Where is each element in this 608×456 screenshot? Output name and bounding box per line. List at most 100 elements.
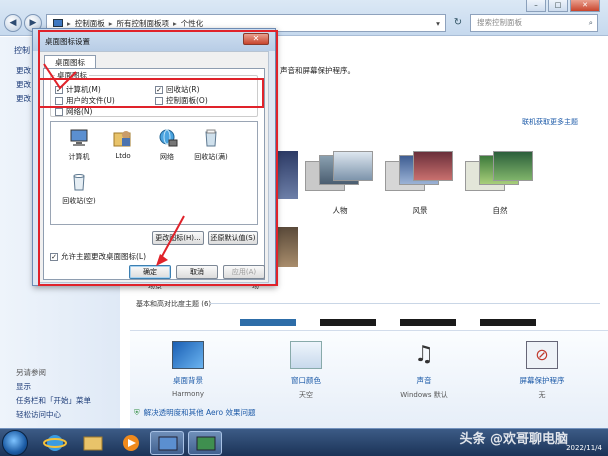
online-themes-link[interactable]: 联机获取更多主题	[522, 117, 578, 127]
internet-explorer-icon	[43, 435, 67, 451]
theme-preview	[465, 151, 535, 201]
tab-panel: 桌面图标 ✓ 计算机(M) ✓ 回收站(R) 用户的文件(U) 控制面板(O)	[43, 68, 265, 280]
back-button[interactable]: ◀	[4, 14, 22, 32]
recycle-bin-empty-icon	[73, 174, 85, 191]
icon-label: Ltdo	[115, 152, 131, 160]
desktop-background-item[interactable]: 桌面背景 Harmony	[148, 341, 228, 398]
icon-item-recycle-empty[interactable]: 回收站(空)	[57, 172, 101, 206]
restore-default-button[interactable]: 还原默认值(S)	[208, 231, 258, 245]
apply-button[interactable]: 应用(A)	[223, 265, 265, 279]
dialog-title-bar: 桌面图标设置 ✕	[33, 29, 275, 51]
dialog-close-button[interactable]: ✕	[243, 33, 269, 45]
theme-preview	[385, 151, 455, 201]
theme-people[interactable]: 人物	[300, 141, 380, 236]
icon-label: 计算机	[68, 153, 90, 161]
checkbox-box[interactable]: ✓	[155, 85, 163, 94]
checkbox-box[interactable]: ✓	[50, 252, 58, 261]
checkbox-box[interactable]	[55, 96, 63, 105]
explorer-taskbar-button[interactable]	[76, 431, 110, 455]
see-also-taskbar[interactable]: 任务栏和「开始」菜单	[16, 395, 91, 406]
sounds-item[interactable]: ♫ 声音 Windows 默认	[384, 341, 464, 400]
screen-saver-icon: ⊘	[526, 341, 558, 369]
group-title: 桌面图标	[55, 70, 89, 81]
theme-label: 风景	[412, 206, 428, 215]
control-panel-icon	[158, 436, 178, 451]
network-checkbox[interactable]: 网络(N)	[55, 106, 92, 117]
media-player-taskbar-button[interactable]	[114, 431, 148, 455]
recycle-bin-checkbox[interactable]: ✓ 回收站(R)	[155, 84, 200, 95]
left-pane-link[interactable]: 更改	[16, 79, 31, 90]
checkbox-label: 用户的文件(U)	[66, 96, 115, 105]
breadcrumb-item[interactable]: 控制面板	[75, 18, 105, 29]
item-label: 声音	[416, 376, 432, 385]
icon-label: 回收站(空)	[62, 197, 96, 205]
icon-item-user[interactable]: Ltdo	[101, 128, 145, 160]
allow-themes-checkbox[interactable]: ✓ 允许主题更改桌面图标(L)	[50, 251, 146, 262]
theme-label: 人物	[332, 206, 348, 215]
see-also-ease-of-access[interactable]: 轻松访问中心	[16, 409, 61, 420]
icon-item-network[interactable]: 网络	[145, 128, 189, 162]
checkbox-label: 允许主题更改桌面图标(L)	[61, 252, 147, 261]
maximize-button[interactable]: □	[548, 0, 568, 12]
dialog-taskbar-button[interactable]	[188, 431, 222, 455]
see-also-heading: 另请参阅	[16, 368, 46, 377]
ok-button[interactable]: 确定	[129, 265, 171, 279]
screen-saver-item[interactable]: ⊘ 屏幕保护程序 无	[502, 341, 582, 400]
control-panel-taskbar-button[interactable]	[150, 431, 184, 455]
theme-thumbnail[interactable]	[320, 319, 376, 326]
theme-thumbnail[interactable]	[278, 151, 298, 199]
user-folder-icon	[113, 131, 131, 147]
search-icon: ⌕	[588, 18, 593, 27]
chevron-down-icon[interactable]: ▾	[431, 19, 445, 28]
checkbox-box[interactable]: ✓	[55, 85, 63, 94]
item-value: Harmony	[172, 390, 204, 398]
breadcrumb-item[interactable]: 个性化	[181, 18, 204, 29]
theme-thumbnail[interactable]	[278, 227, 298, 267]
icon-item-recycle-full[interactable]: 回收站(满)	[189, 128, 233, 162]
left-pane-link[interactable]: 更改	[16, 93, 31, 104]
tab-desktop-icons[interactable]: 桌面图标	[44, 55, 96, 69]
checkbox-box[interactable]	[55, 107, 63, 116]
desktop-icons-group: 桌面图标 ✓ 计算机(M) ✓ 回收站(R) 用户的文件(U) 控制面板(O)	[50, 70, 258, 117]
cancel-button[interactable]: 取消	[176, 265, 218, 279]
minimize-button[interactable]: –	[526, 0, 546, 12]
computer-icon	[70, 129, 88, 146]
music-notes-icon: ♫	[414, 342, 434, 367]
item-value: 无	[538, 391, 546, 399]
watermark: 头条 @欢哥聊电脑	[459, 432, 568, 447]
checkbox-label: 网络(N)	[66, 107, 93, 116]
theme-thumbnail[interactable]	[240, 319, 296, 326]
clock-date[interactable]: 2022/11/4	[566, 444, 602, 452]
start-button[interactable]	[2, 430, 28, 456]
search-placeholder: 搜索控制面板	[477, 18, 522, 27]
ie-taskbar-button[interactable]	[38, 431, 72, 455]
see-also-display[interactable]: 显示	[16, 381, 31, 392]
search-input[interactable]: 搜索控制面板 ⌕	[470, 14, 598, 32]
user-files-checkbox[interactable]: 用户的文件(U)	[55, 95, 115, 106]
theme-landscapes[interactable]: 风景	[380, 141, 460, 236]
item-label: 桌面背景	[173, 376, 203, 385]
close-button[interactable]: ✕	[570, 0, 600, 12]
breadcrumb-item[interactable]: 所有控制面板项	[117, 18, 170, 29]
theme-nature[interactable]: 自然	[460, 141, 540, 236]
window-color-item[interactable]: 窗口颜色 天空	[266, 341, 346, 400]
personalization-settings-bar: 桌面背景 Harmony 窗口颜色 天空 ♫ 声音 Windows 默认 ⊘ 屏…	[130, 330, 608, 428]
computer-checkbox[interactable]: ✓ 计算机(M)	[55, 84, 101, 95]
icon-label: 网络	[160, 153, 174, 161]
checkbox-box[interactable]	[155, 96, 163, 105]
icon-item-computer[interactable]: 计算机	[57, 128, 101, 162]
recycle-bin-full-icon	[205, 129, 217, 147]
left-pane-link[interactable]: 更改	[16, 65, 31, 76]
checkbox-label: 回收站(R)	[166, 85, 200, 94]
refresh-icon[interactable]: ↻	[450, 14, 466, 32]
control-panel-checkbox[interactable]: 控制面板(O)	[155, 95, 208, 106]
item-label: 窗口颜色	[291, 376, 321, 385]
change-icon-button[interactable]: 更改图标(H)...	[152, 231, 204, 245]
theme-thumbnail[interactable]	[480, 319, 536, 326]
aero-troubleshoot-link[interactable]: ⛨ 解决透明度和其他 Aero 效果问题	[134, 407, 256, 418]
section-divider	[210, 303, 600, 304]
folder-icon	[83, 436, 103, 451]
left-pane-home-link[interactable]: 控制	[14, 45, 30, 56]
theme-thumbnail[interactable]	[400, 319, 456, 326]
item-value: Windows 默认	[400, 391, 448, 399]
